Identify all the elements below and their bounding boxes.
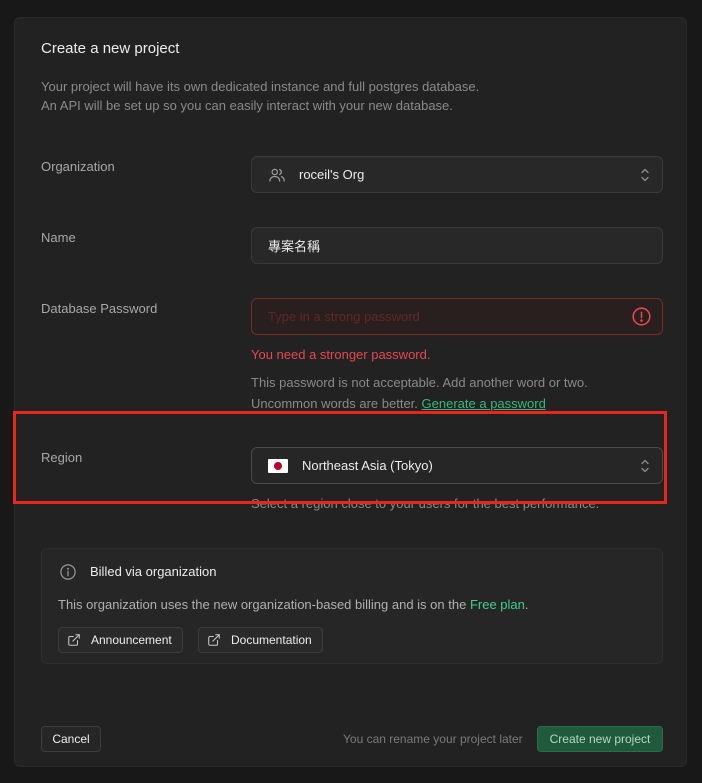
password-hint-line-1: This password is not acceptable. Add ano…	[251, 375, 588, 390]
users-icon	[269, 168, 285, 182]
name-label: Name	[41, 230, 76, 245]
documentation-label: Documentation	[231, 633, 312, 647]
chevron-up-down-icon	[641, 459, 649, 473]
plan-name: Free plan	[469, 597, 525, 612]
japan-flag-icon	[268, 458, 288, 473]
dialog-description: Your project will have its own dedicated…	[41, 77, 601, 115]
organization-label: Organization	[41, 159, 115, 174]
region-hint: Select a region close to your users for …	[251, 496, 600, 511]
billing-text: This organization uses the new organizat…	[58, 597, 529, 612]
billing-info-box: Billed via organization This organizatio…	[41, 548, 663, 664]
billing-period: .	[524, 597, 529, 612]
documentation-button[interactable]: Documentation	[198, 627, 323, 653]
announcement-label: Announcement	[91, 633, 172, 647]
description-line-2: An API will be set up so you can easily …	[41, 98, 453, 113]
create-project-button[interactable]: Create new project	[537, 726, 663, 752]
organization-value: roceil's Org	[299, 167, 365, 182]
billing-title: Billed via organization	[90, 564, 217, 579]
name-value: 專案名稱	[268, 239, 321, 254]
organization-select[interactable]: roceil's Org	[251, 156, 663, 193]
region-label: Region	[41, 450, 83, 465]
chevron-up-down-icon	[641, 168, 649, 182]
external-link-icon	[208, 634, 220, 646]
info-icon	[60, 564, 76, 580]
region-select[interactable]: Northeast Asia (Tokyo)	[251, 447, 663, 484]
password-placeholder: Type in a strong password	[268, 309, 420, 324]
password-hint-text: Uncommon words are better.	[251, 396, 418, 411]
rename-note: You can rename your project later	[343, 732, 523, 746]
password-label: Database Password	[41, 301, 158, 316]
billing-description: This organization uses the new organizat…	[58, 597, 467, 612]
password-error: You need a stronger password.	[251, 347, 431, 362]
dialog-title: Create a new project	[41, 40, 180, 57]
generate-password-link[interactable]: Generate a password	[422, 396, 546, 411]
region-value: Northeast Asia (Tokyo)	[302, 458, 433, 473]
alert-circle-icon	[632, 307, 651, 326]
external-link-icon	[68, 634, 80, 646]
password-hint-line-2: Uncommon words are better. Generate a pa…	[251, 393, 588, 414]
description-line-1: Your project will have its own dedicated…	[41, 79, 480, 94]
password-input[interactable]: Type in a strong password	[251, 298, 663, 335]
announcement-button[interactable]: Announcement	[58, 627, 183, 653]
cancel-button[interactable]: Cancel	[41, 726, 101, 752]
password-hint: This password is not acceptable. Add ano…	[251, 372, 588, 414]
create-project-dialog: Create a new project Your project will h…	[14, 17, 687, 767]
name-input[interactable]: 專案名稱	[251, 227, 663, 264]
